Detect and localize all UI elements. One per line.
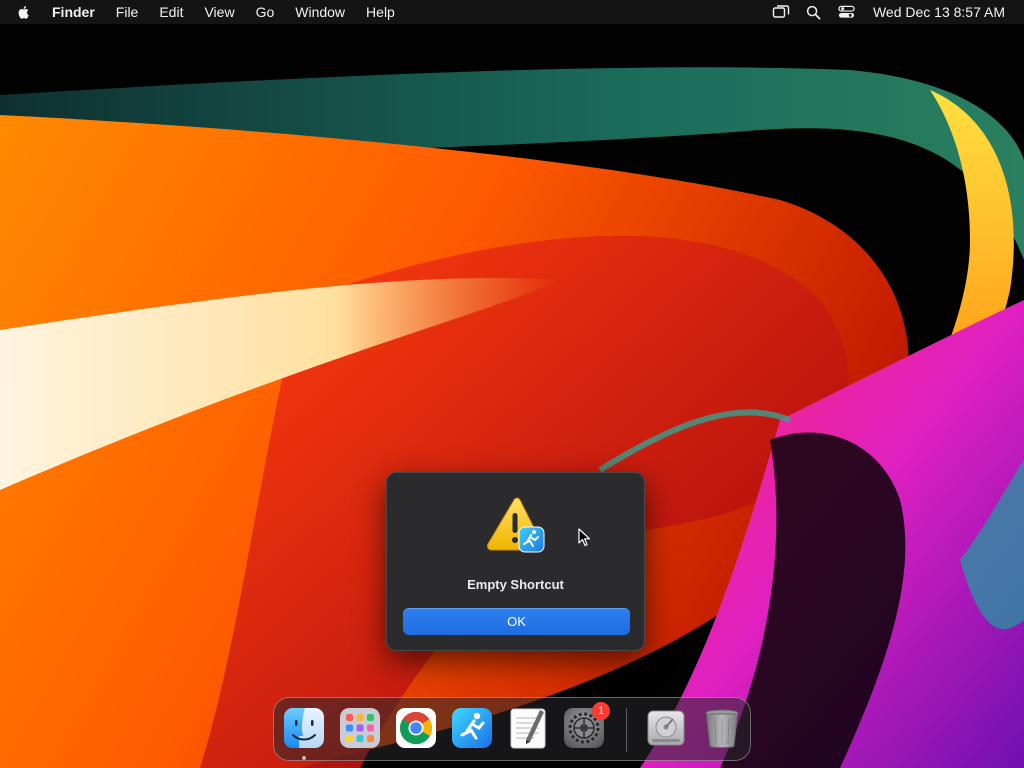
menu-window[interactable]: Window xyxy=(295,0,345,24)
shortcuts-icon xyxy=(452,708,492,748)
dock-finder[interactable] xyxy=(282,706,326,750)
empty-shortcut-alert: Empty Shortcut OK xyxy=(386,472,645,651)
menu-help[interactable]: Help xyxy=(366,0,395,24)
spotlight-search-icon[interactable] xyxy=(805,4,823,20)
dock-system-settings[interactable]: 1 xyxy=(562,702,610,750)
trash-icon xyxy=(705,709,739,748)
menu-file[interactable]: File xyxy=(116,0,139,24)
desktop-wallpaper xyxy=(0,0,1024,768)
control-center-icon[interactable] xyxy=(838,4,856,20)
menu-edit[interactable]: Edit xyxy=(159,0,183,24)
ok-button[interactable]: OK xyxy=(403,608,630,635)
notification-badge: 1 xyxy=(592,702,610,720)
menu-bar-right: Wed Dec 13 8:57 AM xyxy=(757,0,1005,24)
dock-textedit[interactable] xyxy=(506,706,550,750)
dock-trash[interactable] xyxy=(700,706,744,750)
menu-bar: Finder File Edit View Go Window Help Wed… xyxy=(0,0,1024,24)
mouse-cursor-icon xyxy=(578,528,591,547)
menu-go[interactable]: Go xyxy=(256,0,275,24)
shortcuts-app-icon xyxy=(518,526,545,553)
menu-app-finder[interactable]: Finder xyxy=(52,0,95,24)
launchpad-icon xyxy=(340,708,380,748)
menu-view[interactable]: View xyxy=(204,0,234,24)
dock-disk[interactable] xyxy=(644,706,688,750)
menu-bar-clock[interactable]: Wed Dec 13 8:57 AM xyxy=(873,4,1005,20)
chrome-icon xyxy=(396,708,436,748)
screen-mirroring-icon[interactable] xyxy=(772,4,790,20)
finder-icon xyxy=(284,708,324,748)
textedit-icon xyxy=(510,708,546,749)
warning-triangle-icon xyxy=(485,497,547,555)
dock-shortcuts[interactable] xyxy=(450,706,494,750)
disk-icon xyxy=(647,710,685,746)
dock: 1 xyxy=(273,697,751,761)
alert-title: Empty Shortcut xyxy=(467,577,564,592)
apple-logo-icon[interactable] xyxy=(16,3,34,21)
dock-launchpad[interactable] xyxy=(338,706,382,750)
finder-running-indicator xyxy=(302,756,306,760)
menu-bar-left: Finder File Edit View Go Window Help xyxy=(0,0,416,24)
dock-google-chrome[interactable] xyxy=(394,706,438,750)
dock-separator xyxy=(626,708,627,752)
